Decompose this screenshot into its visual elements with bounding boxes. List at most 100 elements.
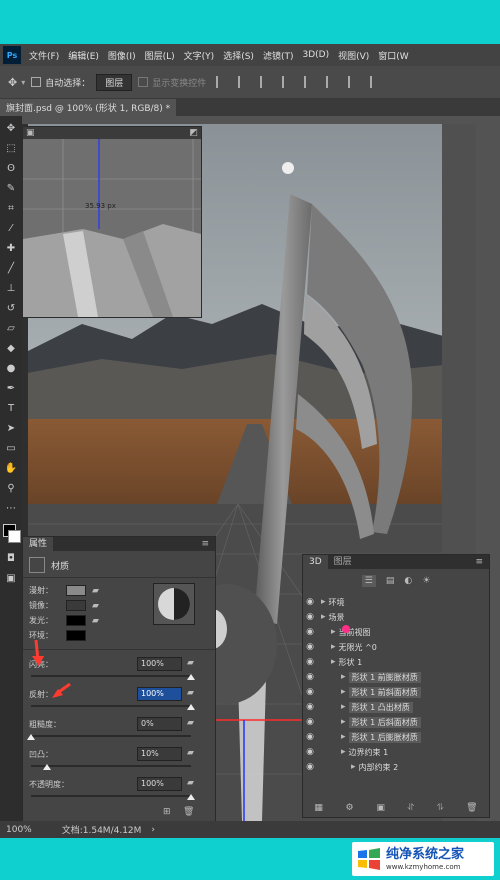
panel-expand-icon[interactable]: ▣ [26, 128, 35, 138]
folder-icon[interactable]: ▰ [187, 718, 194, 728]
scene-item[interactable]: ◉ ▸ 形状 1 后膨胀材质 [303, 730, 485, 744]
slider-thumb[interactable] [187, 794, 195, 800]
eraser-icon[interactable]: ▱ [4, 322, 18, 336]
tab-properties[interactable]: 属性 [23, 537, 54, 551]
slider-thumb[interactable] [187, 704, 195, 710]
trash-icon[interactable]: 🗑 [466, 803, 477, 813]
light-filter-icon[interactable]: ☀ [422, 576, 430, 586]
marquee-icon[interactable]: ⬚ [4, 142, 18, 156]
tab-layers[interactable]: 图层 [327, 555, 358, 569]
specular-swatch[interactable] [66, 600, 86, 611]
menu-select[interactable]: 选择(S) [223, 49, 254, 62]
render-icon[interactable]: ▣ [376, 803, 385, 813]
visibility-eye-icon[interactable]: ◉ [303, 597, 317, 607]
menu-filter[interactable]: 滤镜(T) [263, 49, 294, 62]
align-right-icon[interactable] [260, 76, 272, 88]
light-add-icon[interactable]: ⥮ [437, 803, 444, 813]
visibility-eye-icon[interactable]: ◉ [303, 762, 317, 772]
color-swatches[interactable] [0, 522, 22, 546]
scene-item[interactable]: ◉ ▸ 形状 1 凸出材质 [303, 700, 485, 714]
folder-icon[interactable]: ▰ [92, 601, 99, 611]
scene-item[interactable]: ◉ ▸ 形状 1 [303, 655, 485, 669]
folder-icon[interactable]: ▰ [187, 748, 194, 758]
trash-icon[interactable]: 🗑 [183, 807, 194, 817]
eyedropper-icon[interactable]: ⁄ [4, 222, 18, 236]
auto-select-checkbox[interactable] [31, 77, 42, 87]
slider-track[interactable] [31, 705, 191, 707]
slider-track[interactable] [31, 765, 191, 767]
menu-edit[interactable]: 编辑(E) [68, 49, 99, 62]
quick-mask-icon[interactable]: ◘ [4, 552, 18, 566]
scene-item[interactable]: ◉ ▸ 环境 [303, 595, 485, 609]
align-bottom-icon[interactable] [326, 76, 338, 88]
zoom-level[interactable]: 100% [6, 825, 32, 835]
dodge-icon[interactable]: ● [4, 362, 18, 376]
scene-item[interactable]: ◉ ▸ 无限光 ^0 [303, 640, 485, 654]
move-icon[interactable]: ✥ [4, 122, 18, 136]
panel-menu-icon[interactable]: ≡ [475, 557, 483, 567]
folder-icon[interactable]: ▰ [92, 616, 99, 626]
tab-3d[interactable]: 3D [303, 555, 328, 569]
type-icon[interactable]: T [4, 402, 18, 416]
folder-icon[interactable]: ▰ [92, 586, 99, 596]
bucket-icon[interactable]: ◆ [4, 342, 18, 356]
slider-value-field[interactable]: 100% [137, 777, 182, 791]
menu-file[interactable]: 文件(F) [29, 49, 59, 62]
slider-thumb[interactable] [27, 734, 35, 740]
healing-icon[interactable]: ✚ [4, 242, 18, 256]
visibility-eye-icon[interactable]: ◉ [303, 612, 317, 622]
hand-icon[interactable]: ✋ [4, 462, 18, 476]
menu-layer[interactable]: 图层(L) [145, 49, 175, 62]
slider-track[interactable] [31, 675, 191, 677]
scene-item[interactable]: ◉ ▸ 边界约束 1 [303, 745, 485, 759]
folder-icon[interactable]: ▰ [187, 688, 194, 698]
slider-value-field[interactable]: 10% [137, 747, 182, 761]
visibility-eye-icon[interactable]: ◉ [303, 642, 317, 652]
scene-item[interactable]: ◉ ▸ 场景 [303, 610, 485, 624]
folder-icon[interactable]: ▰ [187, 658, 194, 668]
visibility-eye-icon[interactable]: ◉ [303, 732, 317, 742]
zoom-icon[interactable]: ⚲ [4, 482, 18, 496]
visibility-eye-icon[interactable]: ◉ [303, 702, 317, 712]
pen-icon[interactable]: ✒ [4, 382, 18, 396]
brush-icon[interactable]: ╱ [4, 262, 18, 276]
scene-item[interactable]: ◉ ▸ 形状 1 前斜面材质 [303, 685, 485, 699]
scene-filter-icon[interactable]: ☰ [361, 575, 376, 587]
material-new-icon[interactable]: ⊞ [163, 807, 171, 817]
material-preview[interactable] [153, 583, 195, 625]
visibility-eye-icon[interactable]: ◉ [303, 747, 317, 757]
folder-icon[interactable]: ▰ [187, 778, 194, 788]
path-select-icon[interactable]: ➤ [4, 422, 18, 436]
auto-select-dropdown[interactable]: 图层 [96, 73, 133, 91]
menu-type[interactable]: 文字(Y) [184, 49, 215, 62]
diffuse-swatch[interactable] [66, 585, 86, 596]
slider-value-field[interactable]: 100% [137, 657, 182, 671]
mesh-icon[interactable]: ▦ [314, 803, 323, 813]
light-icon[interactable]: ⥯ [408, 803, 415, 813]
panel-menu-icon[interactable]: ≡ [201, 539, 209, 549]
slider-track[interactable] [31, 795, 191, 797]
visibility-eye-icon[interactable]: ◉ [303, 687, 317, 697]
align-center-icon[interactable] [238, 76, 250, 88]
slider-thumb[interactable] [187, 674, 195, 680]
mesh-filter-icon[interactable]: ▤ [386, 576, 395, 586]
slider-value-field[interactable]: 100% [137, 687, 182, 701]
slider-value-field[interactable]: 0% [137, 717, 182, 731]
menu-image[interactable]: 图像(I) [108, 49, 136, 62]
visibility-eye-icon[interactable]: ◉ [303, 717, 317, 727]
scene-item[interactable]: ◉ ▸ 内部约束 2 [303, 760, 485, 774]
distribute-icon[interactable] [348, 76, 360, 88]
align-top-icon[interactable] [282, 76, 294, 88]
align-left-icon[interactable] [216, 76, 228, 88]
document-tab[interactable]: 旗封面.psd @ 100% (形状 1, RGB/8) * [0, 98, 177, 116]
stamp-icon[interactable]: ⊥ [4, 282, 18, 296]
menu-3d[interactable]: 3D(D) [302, 50, 329, 60]
align-middle-icon[interactable] [304, 76, 316, 88]
chevron-right-icon[interactable]: › [151, 825, 155, 835]
more-tools-icon[interactable]: ⋯ [4, 502, 18, 516]
scene-item[interactable]: ◉ ▸ 形状 1 前膨胀材质 [303, 670, 485, 684]
scene-item[interactable]: ◉ ▸ 当前视图 [303, 625, 485, 639]
screen-mode-icon[interactable]: ▣ [4, 572, 18, 586]
visibility-eye-icon[interactable]: ◉ [303, 657, 317, 667]
scene-item[interactable]: ◉ ▸ 形状 1 后斜面材质 [303, 715, 485, 729]
